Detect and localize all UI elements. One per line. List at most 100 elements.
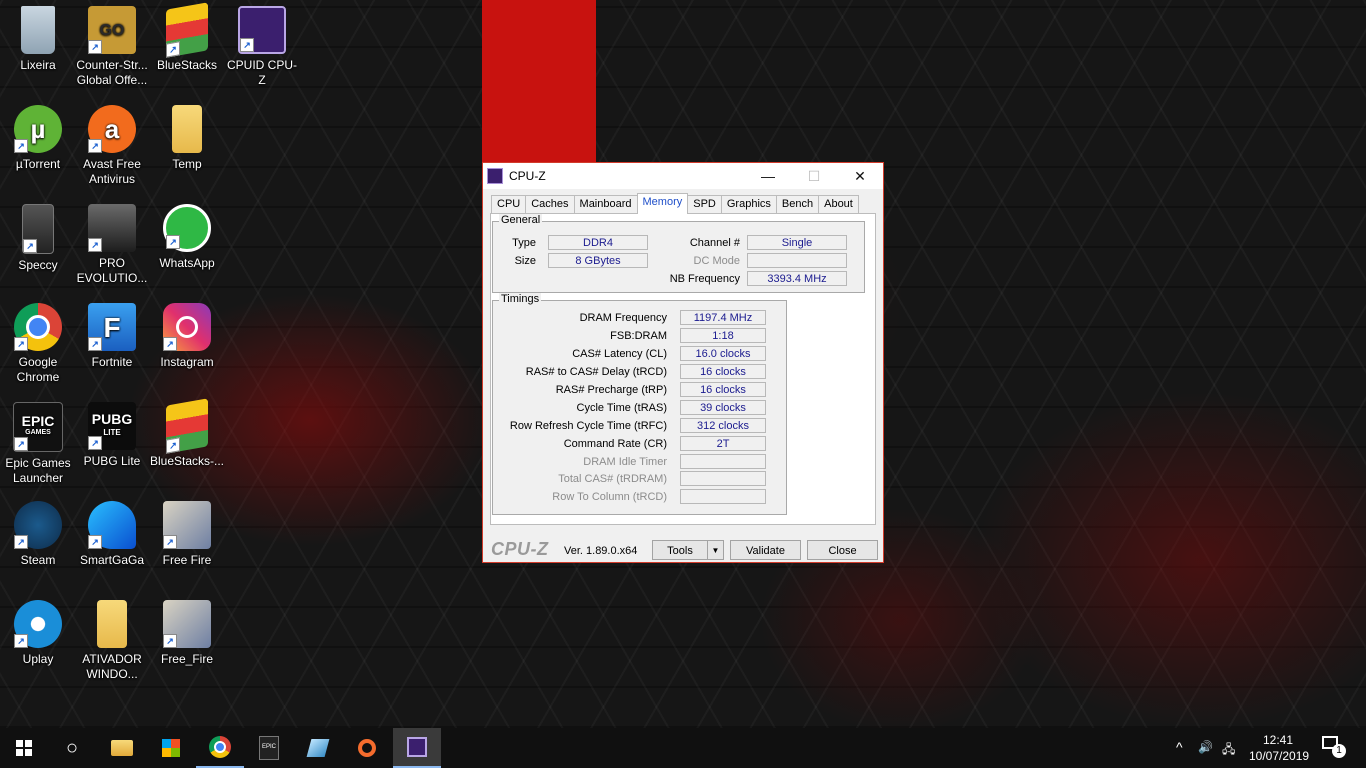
desktop-icon-ativador-windows[interactable]: ATIVADOR WINDO...: [74, 594, 150, 682]
clock-date[interactable]: 10/07/2019: [1249, 749, 1309, 763]
tab-about[interactable]: About: [818, 195, 859, 214]
tab-caches[interactable]: Caches: [525, 195, 575, 214]
csgo-icon: GO ↗: [88, 6, 136, 54]
epic-logo-sub: GAMES: [25, 429, 51, 436]
desktop-icon-free-fire-installer[interactable]: ↗ Free_Fire: [149, 594, 225, 667]
taskbar-store[interactable]: [147, 728, 195, 768]
window-title: CPU-Z: [509, 169, 546, 183]
tab-spd[interactable]: SPD: [687, 195, 722, 214]
desktop-icon-bluestacks[interactable]: ↗ BlueStacks: [149, 0, 225, 73]
search-button[interactable]: ○: [48, 728, 96, 768]
desktop-icon-label: BlueStacks-...: [149, 454, 225, 468]
taskbar-cpuz[interactable]: [393, 728, 441, 768]
pubg-logo-text: PUBG: [91, 411, 133, 427]
cpuz-icon: ↗: [238, 6, 286, 54]
speccy-icon: ↗: [22, 204, 54, 254]
timing-label: RAS# Precharge (tRP): [555, 384, 667, 396]
desktop-icon-whatsapp[interactable]: ↗ WhatsApp: [149, 198, 225, 271]
desktop-icon-avast[interactable]: a ↗ Avast Free Antivirus: [74, 99, 150, 187]
desktop-icon-temp[interactable]: Temp: [149, 99, 225, 172]
desktop-icon-label: BlueStacks: [156, 58, 218, 72]
window-titlebar[interactable]: CPU-Z — ☐ ✕: [483, 163, 883, 189]
desktop-icon-speccy[interactable]: ↗ Speccy: [0, 198, 76, 273]
utorrent-icon: µ ↗: [14, 105, 62, 153]
desktop-icon-uplay[interactable]: ↗ Uplay: [0, 594, 76, 667]
tab-bar: CPU Caches Mainboard Memory SPD Graphics…: [491, 193, 859, 214]
timing-value: 16 clocks: [680, 382, 766, 397]
timing-value: [680, 489, 766, 504]
desktop-icon-bluestacks-2[interactable]: ↗ BlueStacks-...: [149, 396, 225, 469]
free-fire-icon: ↗: [163, 600, 211, 648]
tab-mainboard[interactable]: Mainboard: [573, 195, 638, 214]
desktop-icon-label: ATIVADOR WINDO...: [82, 652, 142, 681]
desktop-icon-label: PRO EVOLUTIO...: [76, 256, 148, 285]
desktop-icon-free-fire[interactable]: ↗ Free Fire: [149, 495, 225, 568]
timing-label: DRAM Idle Timer: [583, 456, 667, 468]
timing-value: 1:18: [680, 328, 766, 343]
desktop-icon-label: Speccy: [18, 258, 58, 272]
timing-value: 2T: [680, 436, 766, 451]
desktop-icon-label: Free_Fire: [160, 652, 213, 666]
instagram-icon: ↗: [163, 303, 211, 351]
pubg-lite-icon: PUBG LITE ↗: [88, 402, 136, 450]
desktop-icon-label: CPUID CPU-Z: [226, 58, 297, 87]
desktop-icon-cpuid-cpuz[interactable]: ↗ CPUID CPU-Z: [224, 0, 300, 88]
timing-label: DRAM Frequency: [579, 312, 667, 324]
desktop-icon-smartgaga[interactable]: ↗ SmartGaGa: [74, 495, 150, 568]
cpuz-window: CPU-Z — ☐ ✕ CPU Caches Mainboard Memory …: [482, 162, 884, 563]
volume-icon[interactable]: 🔊: [1198, 740, 1213, 754]
folder-icon: [172, 105, 202, 153]
epic-games-icon: EPIC: [259, 736, 279, 760]
tools-button[interactable]: Tools: [652, 540, 708, 560]
cpuz-brand-logo: CPU-Z: [491, 539, 549, 559]
tab-graphics[interactable]: Graphics: [720, 195, 777, 214]
tab-bench[interactable]: Bench: [775, 195, 820, 214]
desktop-icon-label: Lixeira: [20, 58, 56, 72]
desktop-icon-epic-games[interactable]: EPIC GAMES ↗ Epic Games Launcher: [0, 396, 76, 486]
taskbar-chrome[interactable]: [196, 728, 244, 768]
desktop-icon-pro-evolution[interactable]: ↗ PRO EVOLUTIO...: [74, 198, 150, 286]
taskbar-app[interactable]: [294, 728, 342, 768]
clock-time[interactable]: 12:41: [1263, 733, 1293, 747]
size-label: Size: [514, 255, 536, 267]
desktop-icon-steam[interactable]: ↗ Steam: [0, 495, 76, 568]
nb-frequency-label: NB Frequency: [669, 273, 740, 285]
desktop-icon-pubg-lite[interactable]: PUBG LITE ↗ PUBG Lite: [74, 396, 150, 469]
network-icon[interactable]: 🖧: [1222, 740, 1235, 761]
notification-count: 1: [1332, 744, 1346, 758]
desktop-icon-recycle-bin[interactable]: Lixeira: [0, 0, 76, 73]
desktop-icon-label: PUBG Lite: [83, 454, 141, 468]
taskbar-origin[interactable]: [343, 728, 391, 768]
chrome-icon: [209, 736, 231, 758]
tray-chevron-icon[interactable]: ^: [1176, 739, 1183, 755]
timings-group: Timings DRAM Frequency 1197.4 MHz FSB:DR…: [492, 293, 787, 515]
dc-mode-label: DC Mode: [693, 255, 740, 267]
smartgaga-icon: ↗: [88, 501, 136, 549]
taskbar-file-explorer[interactable]: [98, 728, 146, 768]
nb-frequency-value: 3393.4 MHz: [747, 271, 847, 286]
action-center-button[interactable]: 1: [1322, 736, 1346, 760]
timing-label: Command Rate (CR): [563, 438, 667, 450]
tab-memory[interactable]: Memory: [636, 193, 689, 214]
desktop-icon-instagram[interactable]: ↗ Instagram: [149, 297, 225, 370]
tab-cpu[interactable]: CPU: [491, 195, 527, 214]
epic-games-icon: EPIC GAMES ↗: [13, 402, 63, 452]
validate-button[interactable]: Validate: [730, 540, 801, 560]
desktop-icon-utorrent[interactable]: µ ↗ µTorrent: [0, 99, 76, 172]
start-button[interactable]: [0, 728, 48, 768]
tools-dropdown-arrow[interactable]: ▼: [707, 540, 724, 560]
pes-icon: ↗: [88, 204, 136, 252]
maximize-button[interactable]: ☐: [791, 163, 837, 189]
desktop-icon-label: Instagram: [160, 355, 214, 369]
fortnite-logo-text: F: [103, 311, 121, 343]
folder-icon: [97, 600, 127, 648]
desktop-icon-fortnite[interactable]: F ↗ Fortnite: [74, 297, 150, 370]
desktop-icon-google-chrome[interactable]: ↗ Google Chrome: [0, 297, 76, 385]
minimize-button[interactable]: —: [745, 163, 791, 189]
close-window-button[interactable]: ✕: [837, 163, 883, 189]
close-button[interactable]: Close: [807, 540, 878, 560]
app-icon: [306, 739, 330, 757]
steam-icon: ↗: [14, 501, 62, 549]
taskbar-epic-games[interactable]: EPIC: [245, 728, 293, 768]
desktop-icon-counter-strike[interactable]: GO ↗ Counter-Str... Global Offe...: [74, 0, 150, 88]
